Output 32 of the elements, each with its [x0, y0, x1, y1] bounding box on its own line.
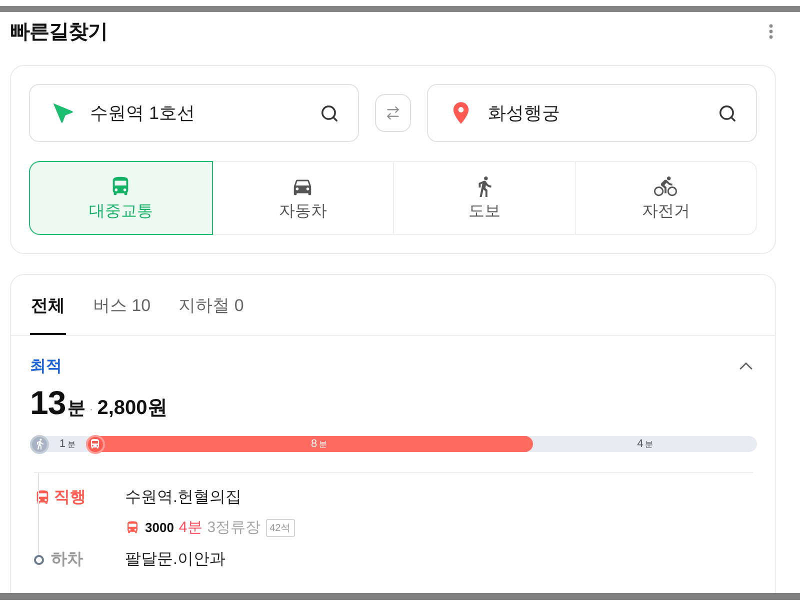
page-title: 빠른길찾기 — [10, 20, 108, 44]
more-icon — [769, 24, 773, 38]
segment-time: 4 분 — [636, 438, 654, 450]
arrival-time: 4분 — [178, 518, 202, 537]
search-icon — [320, 104, 338, 122]
stop-name: 팔달문.이안과 — [125, 550, 226, 570]
route-label: 최적 — [30, 356, 62, 376]
bus-number: 3000 — [145, 520, 174, 535]
bus-icon — [125, 520, 140, 535]
destination-field[interactable]: 화성행궁 — [427, 84, 757, 142]
mode-tab[interactable]: 자전거 — [574, 162, 756, 234]
segment-time: 1 분 — [58, 438, 77, 450]
cyclist-icon — [654, 174, 678, 198]
separator: · — [89, 402, 94, 416]
mode-tab[interactable]: 자동차 — [212, 162, 393, 234]
step-label: 직행 — [54, 488, 86, 508]
search-icon — [718, 104, 736, 122]
swap-icon — [385, 105, 401, 121]
mode-tab[interactable]: 도보 — [393, 162, 574, 234]
result-tab[interactable]: 지하철 0 — [178, 275, 245, 335]
step-label: 하차 — [51, 550, 83, 570]
stop-count: 3정류장 — [207, 518, 261, 537]
seats-badge: 42석 — [266, 518, 295, 536]
origin-field[interactable]: 수원역 1호선 — [29, 84, 359, 142]
segment-time: 8 분 — [310, 438, 328, 450]
result-tab[interactable]: 버스 10 — [92, 275, 152, 335]
ring-icon — [34, 554, 44, 564]
total-time: 13분 — [30, 384, 86, 422]
fare: 2,800원 — [97, 396, 168, 421]
bus-icon — [34, 489, 51, 506]
result-tab[interactable]: 전체 — [30, 275, 66, 335]
stop-name: 수원역.헌혈의집 — [125, 488, 242, 508]
